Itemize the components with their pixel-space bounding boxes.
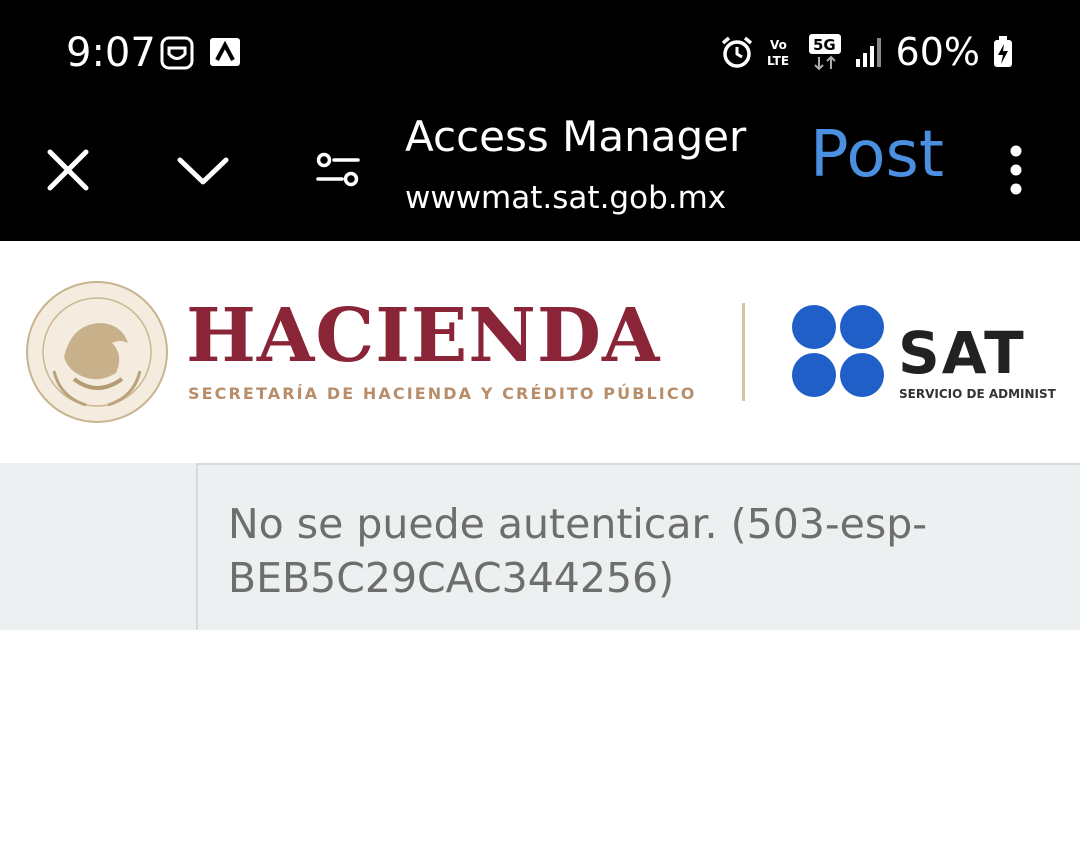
status-bar: 9:07 Vo LTE 5G 60% (0, 0, 1080, 100)
battery-charging-icon (994, 36, 1012, 67)
arrow-app-icon (210, 38, 240, 66)
svg-text:LTE: LTE (767, 54, 789, 68)
battery-percent: 60% (895, 30, 980, 74)
close-icon (47, 149, 89, 191)
sat-subtitle: SERVICIO DE ADMINIST (899, 387, 1056, 401)
site-settings-icon (316, 152, 360, 187)
svg-text:Vo: Vo (770, 38, 787, 52)
sat-title: SAT (898, 319, 1026, 387)
page-title: Access Manager (405, 112, 747, 161)
site-header-banner: HACIENDA SECRETARÍA DE HACIENDA Y CRÉDIT… (0, 241, 1080, 463)
close-button[interactable] (28, 130, 108, 210)
error-message-box: No se puede autenticar. (503-esp-BEB5C29… (196, 463, 1080, 630)
shield-app-icon (160, 36, 194, 70)
hacienda-subtitle: SECRETARÍA DE HACIENDA Y CRÉDITO PÚBLICO (188, 384, 697, 403)
svg-text:5G: 5G (813, 36, 836, 54)
5g-icon: 5G (808, 34, 841, 71)
post-button[interactable]: Post (810, 118, 944, 192)
browser-toolbar: Access Manager wwwmat.sat.gob.mx Post (0, 100, 1080, 241)
status-time: 9:07 (66, 30, 156, 76)
page-url: wwwmat.sat.gob.mx (405, 180, 727, 216)
hacienda-title: HACIENDA (186, 293, 661, 379)
mexico-seal-logo (26, 281, 168, 423)
signal-icon (855, 38, 881, 67)
chevron-down-icon (177, 157, 229, 185)
more-vert-icon (1010, 145, 1022, 195)
site-settings-button[interactable] (298, 130, 378, 210)
logo-divider (742, 303, 745, 401)
alarm-icon (721, 36, 752, 68)
volte-icon: Vo LTE (767, 38, 789, 68)
status-icons: Vo LTE 5G 60% (720, 28, 1014, 76)
minimize-button[interactable] (163, 130, 243, 210)
error-message: No se puede autenticar. (503-esp-BEB5C29… (228, 500, 928, 602)
sat-dots-logo (792, 305, 884, 397)
error-region: No se puede autenticar. (503-esp-BEB5C29… (0, 463, 1080, 630)
more-options-button[interactable] (976, 130, 1056, 210)
